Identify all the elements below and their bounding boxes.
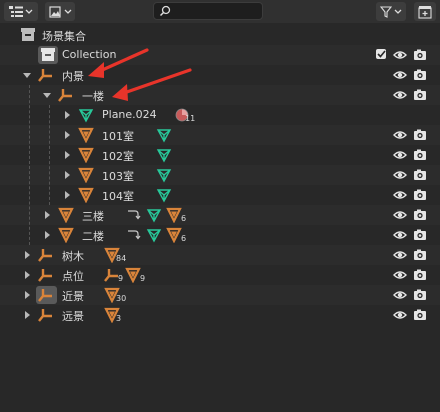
annotation-arrows — [88, 48, 192, 101]
red-arrow-to-neijing — [88, 48, 149, 78]
red-arrow-to-yilou — [112, 68, 192, 101]
